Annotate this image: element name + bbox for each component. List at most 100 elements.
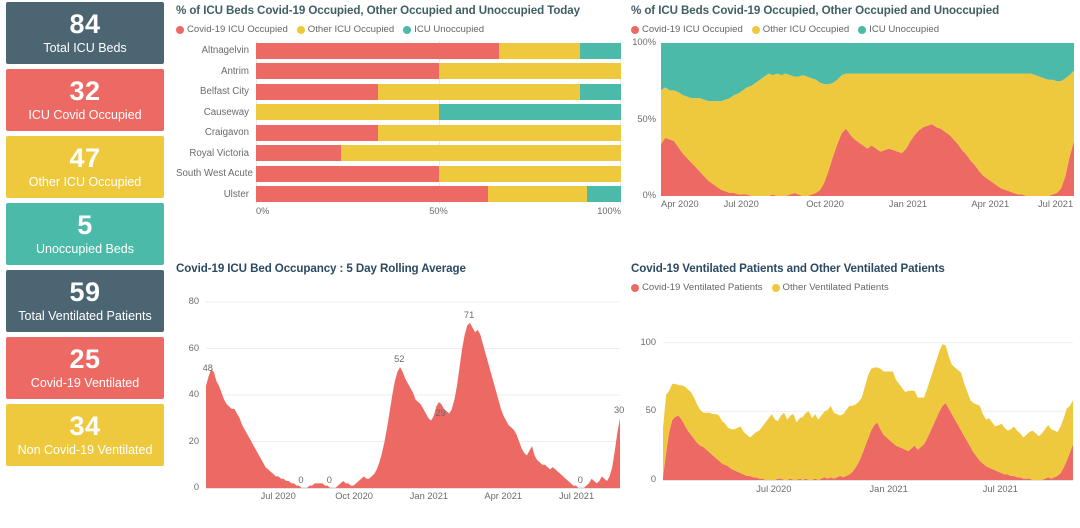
kpi-card-icu-covid-occupied[interactable]: 32 ICU Covid Occupied: [6, 69, 164, 131]
bar-track: [256, 63, 621, 79]
bar-segment[interactable]: [438, 165, 621, 182]
data-label: 0: [326, 475, 332, 485]
legend-swatch-red: [176, 25, 184, 34]
legend-item[interactable]: Covid-19 ICU Occupied: [631, 24, 743, 35]
x-axis-tick: Jan 2021: [409, 491, 449, 501]
bar-track: [256, 124, 621, 141]
bar-row[interactable]: Ulster: [176, 185, 621, 204]
bar-segment[interactable]: [377, 83, 581, 100]
bar-row[interactable]: Royal Victoria: [176, 144, 621, 163]
panel-covid-icu-rolling: Covid-19 ICU Bed Occupancy : 5 Day Rolli…: [172, 258, 627, 528]
x-axis-tick: Oct 2020: [806, 199, 844, 209]
kpi-card-unoccupied-beds[interactable]: 5 Unoccupied Beds: [6, 203, 164, 265]
bar-category-label: Belfast City: [200, 86, 249, 97]
legend-swatch-teal: [403, 25, 412, 34]
bar-row[interactable]: Causeway: [176, 103, 621, 122]
bar-track: [256, 83, 621, 100]
kpi-value: 47: [69, 143, 101, 173]
bar-segment[interactable]: [580, 42, 621, 59]
x-axis-tick: Jul 2021: [558, 491, 595, 501]
legend-item[interactable]: ICU Unoccupied: [858, 24, 939, 35]
bar-segment[interactable]: [256, 165, 439, 182]
data-label: 0: [298, 475, 304, 485]
legend-swatch-red: [631, 283, 639, 292]
legend-swatch-yellow: [751, 25, 760, 34]
kpi-column: 84 Total ICU Beds 32 ICU Covid Occupied …: [0, 0, 172, 528]
x-axis-tick: Jul 2020: [260, 491, 296, 501]
bar-segment[interactable]: [256, 63, 439, 79]
y-axis-tick: 0: [193, 482, 199, 492]
x-axis-tick: Jan 2021: [869, 484, 908, 494]
y-axis-tick: 100%: [632, 37, 656, 47]
x-axis-tick: Jul 2020: [723, 199, 759, 209]
bar-segment[interactable]: [487, 186, 588, 202]
legend-ventilated: Covid-19 Ventilated Patients Other Venti…: [631, 282, 1076, 293]
data-label: 30: [614, 405, 625, 416]
panel-icu-beds-trend: % of ICU Beds Covid-19 Occupied, Other O…: [627, 0, 1080, 258]
x-axis-tick: Apr 2021: [971, 199, 1010, 209]
kpi-value: 25: [69, 344, 101, 374]
bar-segment[interactable]: [256, 83, 378, 100]
legend-label: Other ICU Occupied: [307, 24, 395, 35]
bar-category-label: Antrim: [221, 65, 249, 77]
legend-item[interactable]: Covid-19 ICU Occupied: [176, 24, 288, 35]
kpi-label: Unoccupied Beds: [36, 242, 134, 256]
kpi-card-total-ventilated-patients[interactable]: 59 Total Ventilated Patients: [6, 270, 164, 332]
bar-segment[interactable]: [256, 145, 342, 161]
bar-segment[interactable]: [438, 63, 621, 79]
bar-segment[interactable]: [256, 104, 439, 120]
kpi-card-other-icu-occupied[interactable]: 47 Other ICU Occupied: [6, 136, 164, 198]
x-axis-tick: Jul 2020: [756, 484, 792, 494]
kpi-card-non-covid-19-ventilated[interactable]: 34 Non Covid-19 Ventilated: [6, 404, 164, 466]
legend-item[interactable]: Other Ventilated Patients: [771, 282, 889, 293]
bar-row[interactable]: Antrim: [176, 62, 621, 81]
bar-track: [256, 165, 621, 182]
bar-segment[interactable]: [587, 186, 621, 202]
panel-icu-beds-today: % of ICU Beds Covid-19 Occupied, Other O…: [172, 0, 627, 258]
data-label: 48: [202, 363, 213, 374]
panel-title: % of ICU Beds Covid-19 Occupied, Other O…: [176, 4, 580, 17]
bar-segment[interactable]: [341, 145, 621, 161]
legend-label: Covid-19 ICU Occupied: [187, 24, 288, 35]
y-axis-tick: 60: [188, 342, 199, 353]
y-axis-tick: 50%: [637, 113, 656, 124]
bar-segment[interactable]: [256, 124, 378, 141]
bar-segment[interactable]: [377, 124, 621, 141]
bar-track: [256, 186, 621, 202]
bar-category-label: Craigavon: [204, 127, 249, 138]
bar-segment[interactable]: [256, 186, 488, 202]
bar-category-label: Royal Victoria: [189, 147, 249, 159]
legend-item[interactable]: Other ICU Occupied: [751, 24, 849, 35]
stacked-area-chart-trend: 0% 50% 100% Apr 2020 Jul 2020 Oct 2020 Jan 202…: [631, 37, 1076, 212]
x-axis-tick: Jan 2021: [888, 199, 928, 209]
legend-label: Covid-19 Ventilated Patients: [642, 282, 763, 293]
legend-item[interactable]: ICU Unoccupied: [403, 24, 484, 35]
bar-segment[interactable]: [438, 104, 621, 120]
bar-row[interactable]: Craigavon: [176, 123, 621, 142]
legend-label: ICU Unoccupied: [414, 24, 485, 35]
kpi-label: Total ICU Beds: [43, 41, 127, 55]
bar-segment[interactable]: [580, 83, 621, 100]
bar-row[interactable]: South West Acute: [176, 164, 621, 183]
legend-item[interactable]: Other ICU Occupied: [296, 24, 395, 35]
bar-segment[interactable]: [256, 42, 500, 59]
bar-row[interactable]: Altnagelvin: [176, 41, 621, 60]
kpi-card-total-icu-beds[interactable]: 84 Total ICU Beds: [6, 2, 164, 64]
dashboard-root: 84 Total ICU Beds 32 ICU Covid Occupied …: [0, 0, 1080, 528]
legend-item[interactable]: Covid-19 Ventilated Patients: [631, 282, 763, 293]
kpi-value: 32: [69, 76, 101, 106]
area-path: [206, 322, 620, 488]
y-axis-tick: 40: [188, 389, 199, 399]
bar-track: [256, 145, 621, 161]
panel-ventilated-patients: Covid-19 Ventilated Patients and Other V…: [627, 258, 1080, 528]
bar-row[interactable]: Belfast City: [176, 82, 621, 101]
legend-label: Other Ventilated Patients: [782, 282, 889, 293]
legend-icu-beds-trend: Covid-19 ICU Occupied Other ICU Occupied…: [631, 24, 1076, 35]
bar-category-label: South West Acute: [176, 168, 253, 179]
kpi-label: Total Ventilated Patients: [18, 309, 152, 323]
kpi-card-covid-19-ventilated[interactable]: 25 Covid-19 Ventilated: [6, 337, 164, 399]
x-axis-percent: 0% 50% 100%: [176, 206, 621, 219]
bar-segment[interactable]: [499, 42, 581, 59]
bar-track: [256, 42, 621, 59]
data-label: 0: [577, 475, 583, 485]
